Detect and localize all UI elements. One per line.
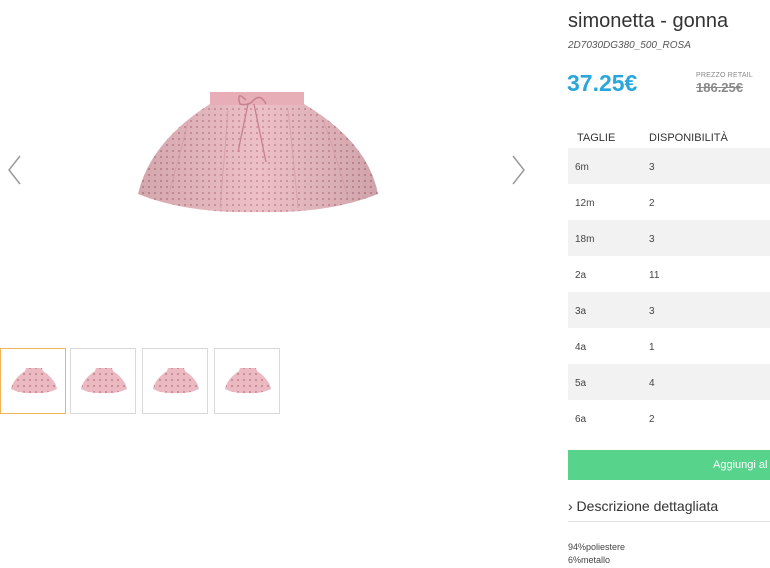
- size-cell: 12m: [575, 198, 595, 209]
- description-line: 6%metallo: [568, 555, 611, 565]
- size-cell: 4a: [575, 342, 587, 353]
- description-toggle[interactable]: › Descrizione dettagliata: [568, 498, 770, 514]
- thumbnail-3[interactable]: [142, 348, 208, 414]
- stock-cell: 2: [649, 198, 655, 209]
- description-line: 94%poliestere: [568, 542, 626, 552]
- description-text: 94%poliestere 6%metallo: [568, 541, 625, 567]
- table-row: 2a 11: [568, 256, 770, 292]
- product-title: simonetta - gonna: [568, 10, 729, 32]
- size-cell: 6m: [575, 162, 589, 173]
- size-cell: 5a: [575, 378, 587, 389]
- add-to-cart-button[interactable]: Aggiungi al: [568, 450, 770, 480]
- divider: [568, 521, 770, 522]
- thumbnail-strip: [0, 348, 290, 418]
- retail-price: 186.25€: [696, 80, 743, 95]
- availability-table-header: TAGLIE DISPONIBILITÀ: [568, 126, 770, 148]
- stock-cell: 3: [649, 234, 655, 245]
- stock-cell: 4: [649, 378, 655, 389]
- chevron-right-icon[interactable]: [507, 152, 529, 188]
- product-main-image: [0, 0, 545, 340]
- chevron-left-icon[interactable]: [4, 152, 26, 188]
- stock-cell: 2: [649, 414, 655, 425]
- thumbnail-1[interactable]: [0, 348, 66, 414]
- table-row: 6a 2: [568, 400, 770, 436]
- stock-cell: 11: [649, 270, 660, 281]
- size-cell: 18m: [575, 234, 595, 245]
- table-row: 6m 3: [568, 148, 770, 184]
- product-price: 37.25€: [567, 70, 638, 96]
- stock-column-header: DISPONIBILITÀ: [649, 132, 728, 144]
- retail-price-label: PREZZO RETAIL: [696, 72, 753, 79]
- table-row: 4a 1: [568, 328, 770, 364]
- thumbnail-4[interactable]: [214, 348, 280, 414]
- availability-table: TAGLIE DISPONIBILITÀ 6m 3 12m 2 18m 3 2a…: [568, 126, 770, 436]
- table-row: 12m 2: [568, 184, 770, 220]
- thumbnail-2[interactable]: [70, 348, 136, 414]
- table-row: 3a 3: [568, 292, 770, 328]
- table-row: 18m 3: [568, 220, 770, 256]
- stock-cell: 3: [649, 306, 655, 317]
- size-cell: 6a: [575, 414, 587, 425]
- product-sku: 2D7030DG380_500_ROSA: [568, 40, 691, 51]
- size-column-header: TAGLIE: [577, 132, 616, 144]
- stock-cell: 3: [649, 162, 655, 173]
- skirt-illustration: [138, 92, 378, 213]
- size-cell: 2a: [575, 270, 587, 281]
- size-cell: 3a: [575, 306, 587, 317]
- stock-cell: 1: [649, 342, 655, 353]
- table-row: 5a 4: [568, 364, 770, 400]
